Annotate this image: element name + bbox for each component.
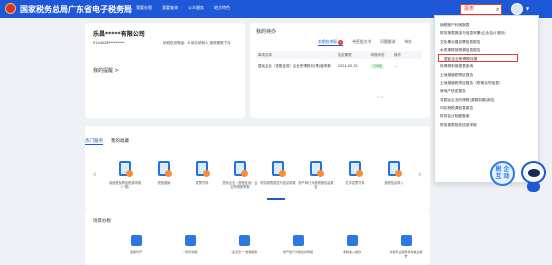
user-avatar[interactable]: [511, 3, 523, 15]
menu-item[interactable]: 房地产信息报告: [435, 87, 538, 95]
status-badge: 已申报: [370, 63, 385, 69]
nav-local-features[interactable]: 地方特色: [214, 5, 230, 11]
nav-home[interactable]: 首页: [118, 5, 126, 11]
todo-table-header: 事项名称 法定期限 申报状态 操作: [256, 51, 422, 59]
scene-service-item[interactable]: 一照式通税: [173, 235, 207, 255]
tab-my-favorites[interactable]: 我的收藏: [111, 138, 129, 145]
service-property-tax[interactable]: 财产和行为税税源信息报告: [298, 161, 334, 189]
service-vat-filing[interactable]: 增值税及附加税费申报（一般）: [107, 161, 143, 189]
scene-service-item[interactable]: 发票代开: [119, 235, 153, 255]
scene-service-item[interactable]: 非税收入缴款: [335, 235, 369, 255]
service-info-entry[interactable]: 报税信息录入: [376, 161, 412, 185]
table-row[interactable]: 居民企业（查账征收）企业所得税月(季)度申报 2024-05-31 已申报 ..…: [256, 61, 422, 71]
highlighted-menu-item[interactable]: 居民企业所得税月报: [438, 54, 518, 63]
menu-item[interactable]: 财务报表报送与信息采集(企业会计准则): [435, 29, 538, 37]
menu-item[interactable]: 文化事业建设费信息报告: [435, 38, 538, 46]
mascot-head: [521, 161, 546, 184]
service-invoice-issue[interactable]: 发票开具: [184, 161, 220, 185]
menu-item[interactable]: 纳税账户利润报表: [435, 21, 538, 29]
document-icon: [272, 161, 286, 177]
column-action: 操作: [393, 52, 401, 57]
chevron-down-icon[interactable]: ▼: [526, 6, 529, 11]
todo-title: 我的待办: [256, 29, 277, 35]
document-icon: [349, 161, 363, 177]
menu-item[interactable]: 水资源税按税源信息报告: [435, 46, 538, 54]
task-name: 居民企业（查账征收）企业所得税月(季)度申报: [258, 63, 331, 68]
column-item-name: 事项名称: [258, 52, 272, 57]
menu-item[interactable]: 土地增值税项目报告（附报合同信息）: [435, 79, 538, 87]
tax-bureau-logo: [5, 3, 16, 14]
company-card: 乐昌*****有限公司 9144028********* 纳税信用等级：B 新办…: [85, 23, 245, 118]
document-icon: [184, 235, 196, 246]
pagination[interactable]: 1 / 1: [377, 95, 384, 99]
scene-service-item[interactable]: 财产和行为税合并申报: [281, 235, 315, 255]
service-financial-report[interactable]: 财务报表报送与信息采集: [260, 161, 296, 185]
tab-todo[interactable]: 待办: [404, 39, 412, 46]
document-icon: [196, 161, 210, 177]
document-icon: [119, 161, 133, 177]
tab-current-filing[interactable]: 本期应申报 1: [318, 39, 344, 46]
mascot-body: [527, 182, 540, 192]
service-red-invoice[interactable]: 红字发票开具: [337, 161, 373, 185]
tab-issue-followup[interactable]: 问题跟进: [380, 39, 395, 46]
nav-query[interactable]: 我要查询: [162, 5, 178, 11]
tab-pending-approval[interactable]: 待签批文书: [352, 39, 371, 46]
column-deadline: 法定期限: [337, 52, 352, 57]
document-icon: [158, 161, 172, 177]
menu-item[interactable]: 财务报表相关信息申报: [435, 121, 538, 129]
document-icon: [130, 235, 142, 246]
nav-public-service[interactable]: 公众服务: [188, 5, 204, 11]
service-corporate-tax[interactable]: 居民企业（查账征收）企业所得税季报: [222, 161, 258, 189]
count-badge: 1: [338, 40, 344, 45]
chevron-right-icon[interactable]: ›: [418, 170, 422, 180]
column-status: 申报状态: [370, 52, 385, 57]
menu-item[interactable]: 所得税申报报表查询: [435, 62, 538, 70]
main-navigation: 首页 我要办税 我要查询 公众服务 地方特色: [118, 5, 230, 11]
document-icon: [310, 161, 324, 177]
document-icon: [238, 235, 250, 246]
bank-icon: [346, 235, 358, 246]
chevron-left-icon[interactable]: ‹: [93, 170, 97, 180]
service-tax-payment[interactable]: 税费缴纳: [146, 161, 182, 185]
scene-services-title: 场景办税: [93, 219, 111, 224]
menu-item[interactable]: 非居民企业所得税(源泉扣缴)报告: [435, 96, 538, 104]
row-action[interactable]: ...: [394, 64, 422, 68]
carousel-indicator[interactable]: [267, 198, 285, 200]
taxpayer-info: 纳税信用等级：B 新办纳税人 报税期限下月: [163, 41, 231, 45]
document-icon: [388, 161, 402, 177]
taxpayer-id: 9144028*********: [93, 41, 125, 45]
company-name: 乐昌*****有限公司: [93, 31, 145, 38]
document-icon: [400, 235, 412, 246]
scene-services-panel: 场景办税 发票代开 一照式通税 “多证合一”费税服务 财产和行为税合并申报 非税…: [85, 210, 430, 265]
scene-service-item[interactable]: “多证合一”费税服务: [227, 235, 261, 255]
deadline: 2024-05-31: [337, 64, 358, 68]
menu-item[interactable]: 印花税税源信息报告: [435, 104, 538, 112]
document-icon: [292, 235, 304, 246]
todo-tabs: 本期应申报 1 待签批文书 问题跟进 待办: [318, 39, 412, 46]
search-icon[interactable]: ⌕: [496, 6, 499, 14]
tax-mascot[interactable]: [507, 153, 549, 195]
scene-service-item[interactable]: 涉税专业服务机构信息报告: [389, 235, 423, 259]
services-panel: 热门服务 我的收藏 ‹ › 增值税及附加税费申报（一般） 税费缴纳 发票开具 居…: [85, 126, 430, 210]
nav-tax-service[interactable]: 我要办税: [136, 5, 152, 11]
menu-item[interactable]: 财务会计制度备案: [435, 112, 538, 120]
my-reminders-link[interactable]: 我的提醒 >: [93, 67, 119, 74]
mascot-face: [528, 169, 540, 177]
site-title: 国家税务总局广东省电子税务局: [20, 5, 132, 14]
document-icon: [234, 161, 248, 177]
service-tabs: 热门服务 我的收藏: [85, 138, 129, 145]
tab-popular-services[interactable]: 热门服务: [85, 138, 103, 145]
menu-item[interactable]: 土地增值税预征报告: [435, 71, 538, 79]
todo-card: 我的待办 本期应申报 1 待签批文书 问题跟进 待办 事项名称 法定期限 申报状…: [250, 23, 430, 118]
